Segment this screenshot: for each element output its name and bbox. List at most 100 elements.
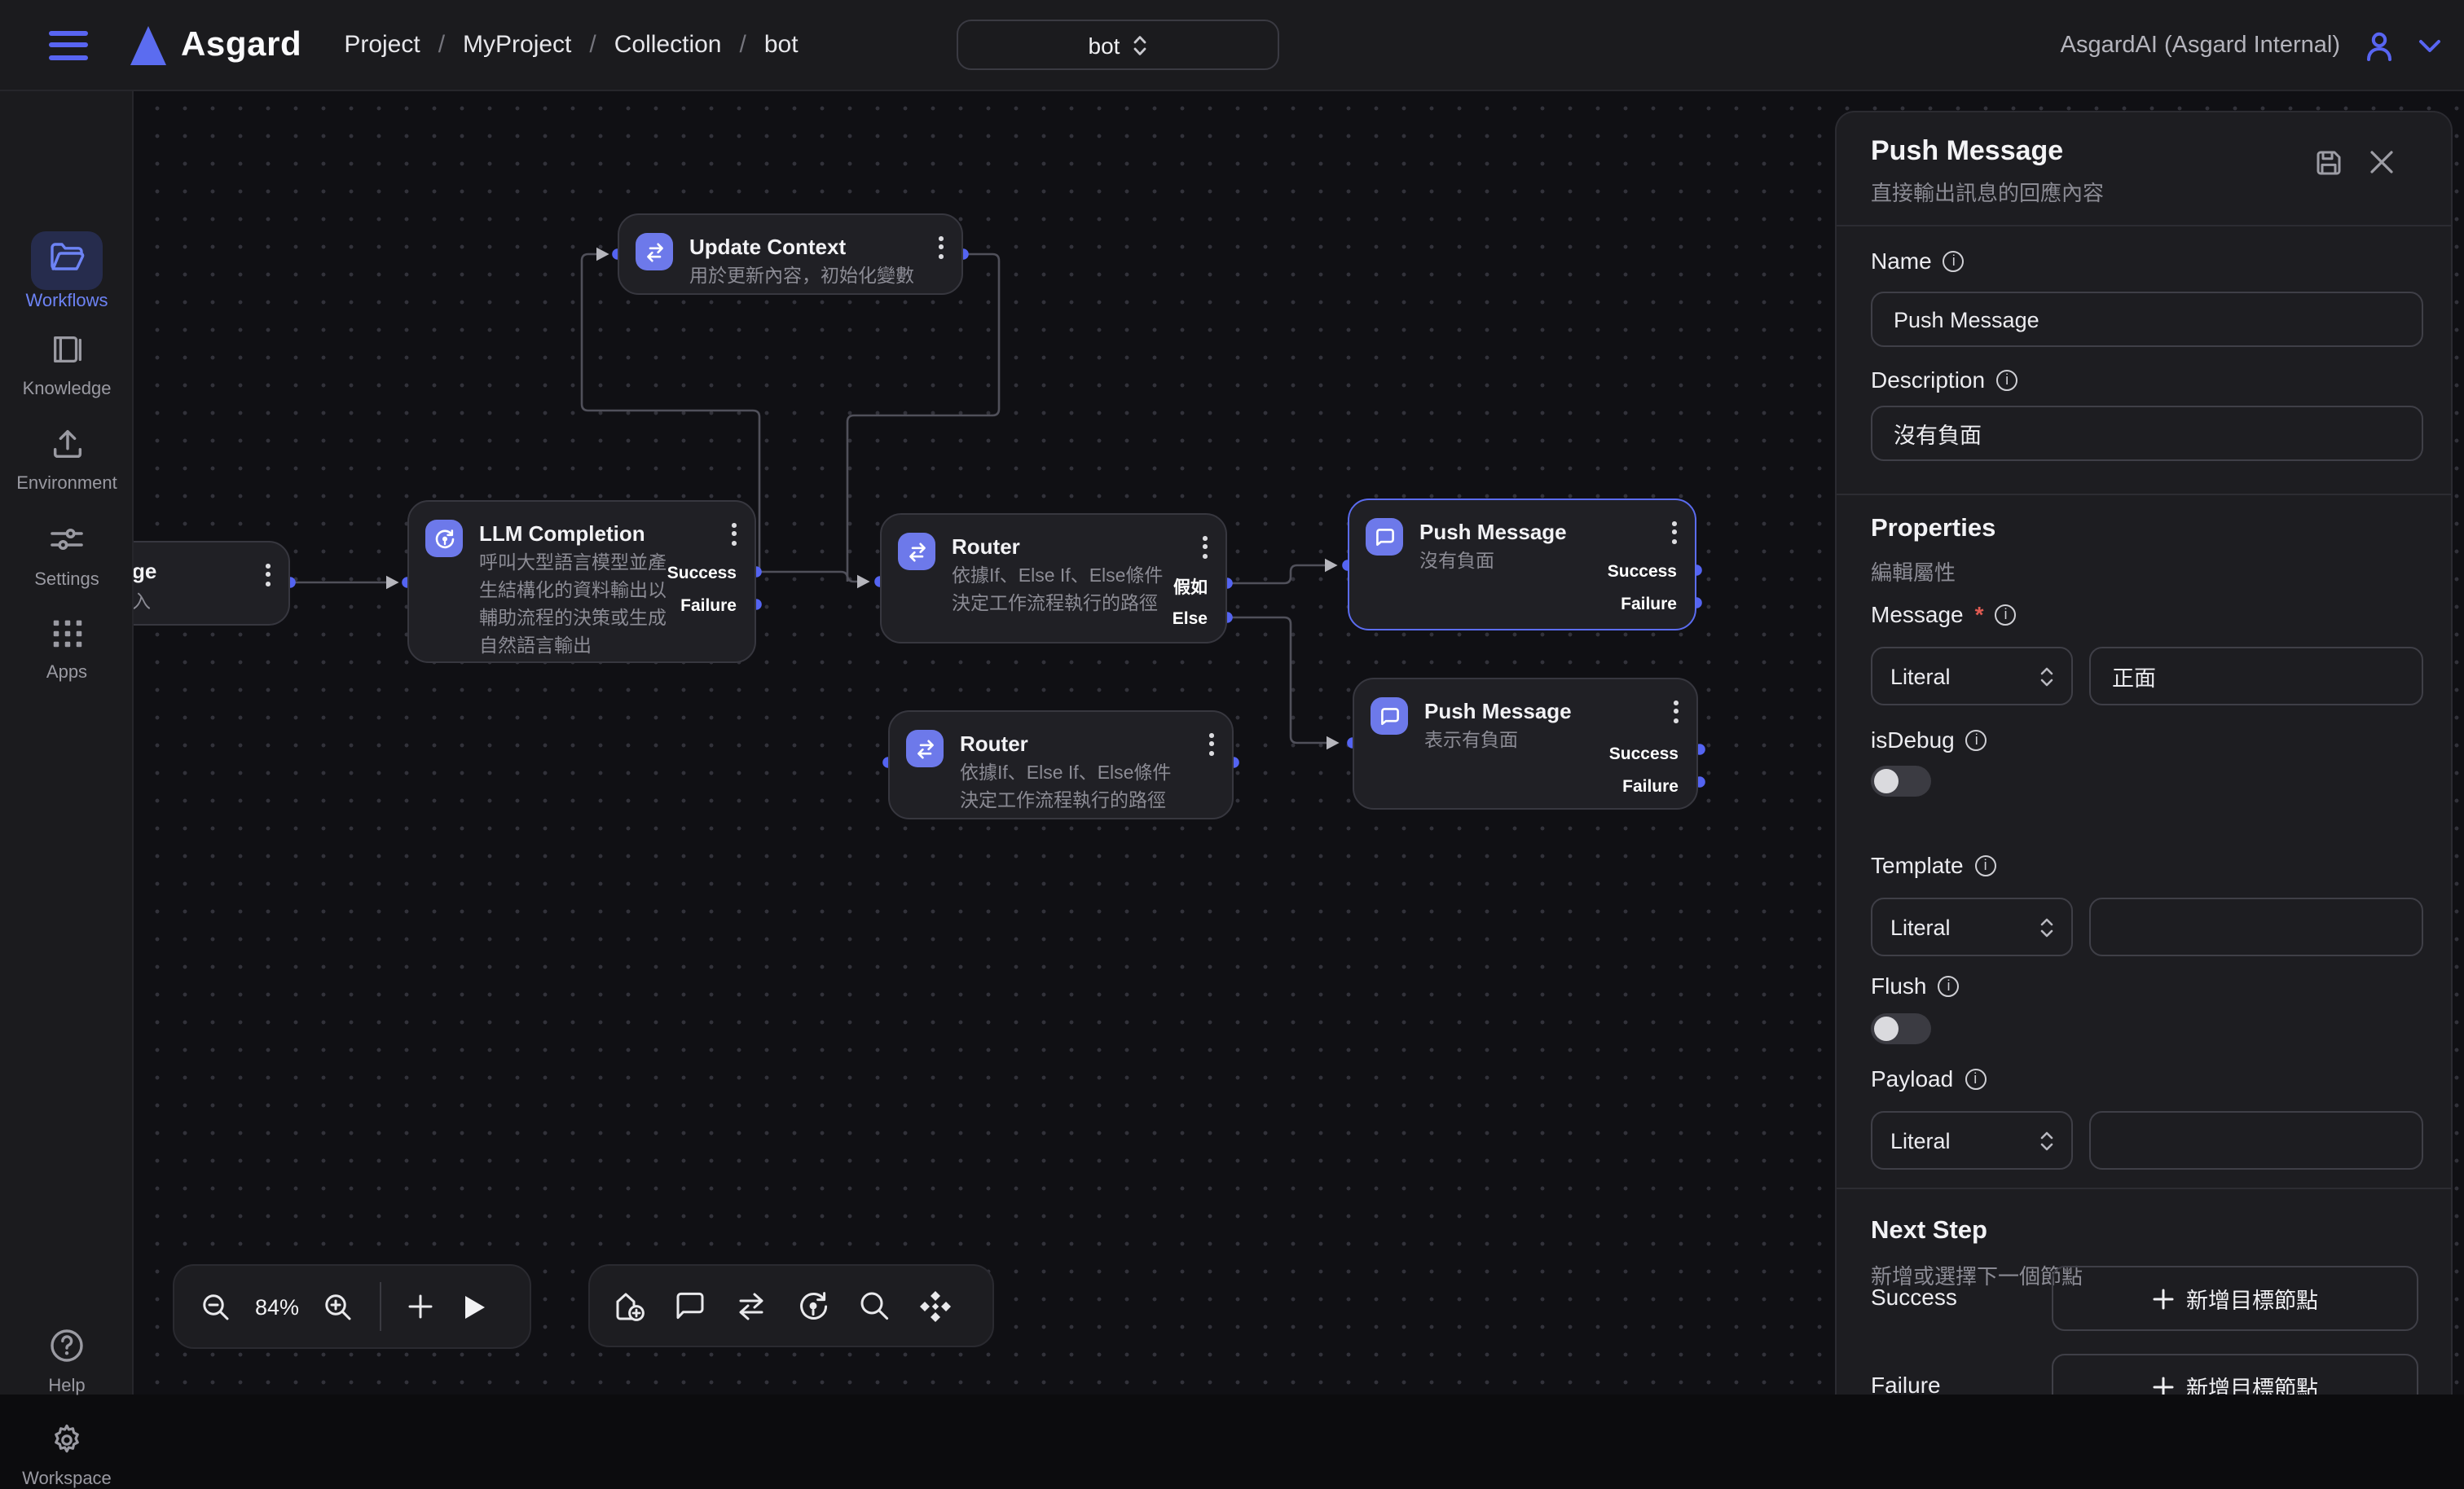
add-node-icon[interactable] — [611, 1288, 647, 1324]
workflow-selector[interactable]: bot — [957, 20, 1279, 70]
user-icon[interactable] — [2361, 28, 2397, 64]
output-failure: Failure — [680, 596, 737, 616]
upload-icon — [48, 425, 86, 463]
node-menu-icon[interactable] — [1203, 536, 1208, 558]
breadcrumb-project[interactable]: Project — [344, 31, 420, 59]
node-menu-icon[interactable] — [1209, 733, 1214, 755]
save-icon[interactable] — [2314, 148, 2343, 178]
brand-title: Asgard — [181, 25, 301, 64]
node-update-context[interactable]: Update Context 用於更新內容，初始化變數 — [618, 213, 963, 295]
node-router-1[interactable]: Router 依據If、Else If、Else條件決定工作流程執行的路徑 假如… — [880, 513, 1227, 643]
add-target-node-failure-button[interactable]: 新增目標節點 — [2052, 1354, 2418, 1395]
description-input[interactable] — [1871, 406, 2423, 461]
updown-chevron-icon — [2040, 1130, 2053, 1151]
help-circle-icon — [47, 1326, 86, 1365]
output-failure: Failure — [1622, 777, 1679, 797]
arrowhead — [1325, 559, 1338, 572]
breadcrumb-myproject[interactable]: MyProject — [463, 31, 571, 59]
template-mode-select[interactable]: Literal — [1871, 898, 2073, 956]
payload-field-label: Payload — [1871, 1065, 1986, 1091]
llm-completion-icon[interactable] — [795, 1288, 831, 1324]
panel-subtitle: 直接輸出訊息的回應內容 — [1871, 176, 2104, 207]
name-field-label: Name — [1871, 248, 1965, 274]
sidebar-item-workflows[interactable]: Workflows — [0, 238, 134, 311]
chevron-down-icon[interactable] — [2418, 38, 2441, 53]
node-push-message-2[interactable]: Push Message 表示有負面 Success Failure — [1353, 678, 1698, 810]
book-icon — [48, 331, 86, 368]
isdebug-field-label: isDebug — [1871, 727, 1987, 753]
flush-toggle[interactable] — [1871, 1013, 1931, 1044]
message-value-input[interactable] — [2089, 647, 2423, 705]
hamburger-menu-icon[interactable] — [49, 30, 88, 59]
payload-value-input[interactable] — [2089, 1111, 2423, 1170]
info-icon[interactable] — [1966, 729, 1987, 750]
breadcrumb: Project / MyProject / Collection / bot — [344, 31, 798, 59]
node-router-2[interactable]: Router 依據If、Else If、Else條件決定工作流程執行的路徑 — [888, 710, 1234, 819]
info-icon[interactable] — [1943, 250, 1965, 271]
panel-title: Push Message — [1871, 135, 2063, 168]
next-step-heading: Next Step — [1871, 1217, 1987, 1246]
info-icon[interactable] — [1996, 369, 2017, 390]
info-icon[interactable] — [1975, 854, 1996, 876]
info-icon[interactable] — [1965, 1068, 1986, 1089]
name-input[interactable] — [1871, 292, 2423, 347]
output-success: Success — [1609, 744, 1679, 764]
output-if: 假如 — [1173, 575, 1208, 600]
next-step-success-label: Success — [1871, 1284, 1957, 1310]
arrowhead — [386, 576, 399, 589]
template-value-input[interactable] — [2089, 898, 2423, 956]
node-tools-toolbar — [588, 1264, 994, 1347]
zoom-in-button[interactable] — [323, 1291, 354, 1322]
updown-chevron-icon — [2040, 665, 2053, 687]
grid-dots-icon — [48, 614, 86, 652]
arrowhead — [1327, 736, 1340, 749]
sidebar-item-help[interactable]: Help — [0, 1326, 134, 1396]
payload-mode-select[interactable]: Literal — [1871, 1111, 2073, 1170]
swap-arrows-icon — [636, 233, 673, 270]
sidebar-item-environment[interactable]: Environment — [0, 425, 134, 494]
sliders-icon — [47, 520, 86, 559]
chat-bubble-icon — [1366, 518, 1403, 556]
zoom-toolbar: 84% — [173, 1264, 531, 1349]
divider — [1837, 225, 2453, 226]
node-llm-completion[interactable]: LLM Completion 呼叫大型語言模型並產生結構化的資料輸出以輔助流程的… — [407, 500, 756, 663]
move-icon[interactable] — [917, 1288, 953, 1324]
updown-chevron-icon — [2040, 916, 2053, 938]
next-step-failure-label: Failure — [1871, 1372, 1941, 1395]
navbar-right: AsgardAI (Asgard Internal) — [2061, 0, 2441, 91]
account-label: AsgardAI (Asgard Internal) — [2061, 33, 2340, 59]
sidebar-item-knowledge[interactable]: Knowledge — [0, 331, 134, 399]
node-message-partial[interactable]: ge 入 — [134, 541, 290, 626]
search-icon[interactable] — [857, 1289, 891, 1323]
divider — [1837, 1188, 2453, 1189]
output-success: Success — [667, 564, 737, 583]
edge-router1-if-to-push1 — [1227, 565, 1325, 583]
run-button[interactable] — [463, 1293, 487, 1320]
node-menu-icon[interactable] — [266, 564, 271, 586]
message-mode-select[interactable]: Literal — [1871, 647, 2073, 705]
node-menu-icon[interactable] — [939, 236, 944, 258]
breadcrumb-bot[interactable]: bot — [764, 31, 799, 59]
sidebar-item-settings[interactable]: Settings — [0, 520, 134, 590]
sidebar-item-apps[interactable]: Apps — [0, 614, 134, 683]
node-menu-icon[interactable] — [1674, 701, 1679, 723]
sidebar-item-workspace[interactable]: Workspace — [0, 1421, 134, 1489]
info-icon[interactable] — [1938, 975, 1959, 996]
breadcrumb-collection[interactable]: Collection — [614, 31, 722, 59]
zoom-out-button[interactable] — [200, 1291, 231, 1322]
node-menu-icon[interactable] — [1672, 521, 1677, 543]
router-icon[interactable] — [733, 1288, 769, 1324]
node-menu-icon[interactable] — [732, 523, 737, 545]
info-icon[interactable] — [1995, 604, 2017, 625]
add-button[interactable] — [407, 1294, 433, 1320]
push-message-icon[interactable] — [673, 1289, 707, 1323]
flush-field-label: Flush — [1871, 973, 1959, 999]
add-target-node-success-button[interactable]: 新增目標節點 — [2052, 1266, 2418, 1331]
swap-arrows-icon — [906, 730, 944, 767]
app-root: Asgard Project / MyProject / Collection … — [0, 0, 2464, 1395]
swap-arrows-icon — [898, 533, 935, 570]
isdebug-toggle[interactable] — [1871, 766, 1931, 797]
close-icon[interactable] — [2368, 148, 2396, 176]
message-field-label: Message* — [1871, 601, 2017, 627]
node-push-message-1[interactable]: Push Message 沒有負面 Success Failure — [1348, 499, 1696, 630]
